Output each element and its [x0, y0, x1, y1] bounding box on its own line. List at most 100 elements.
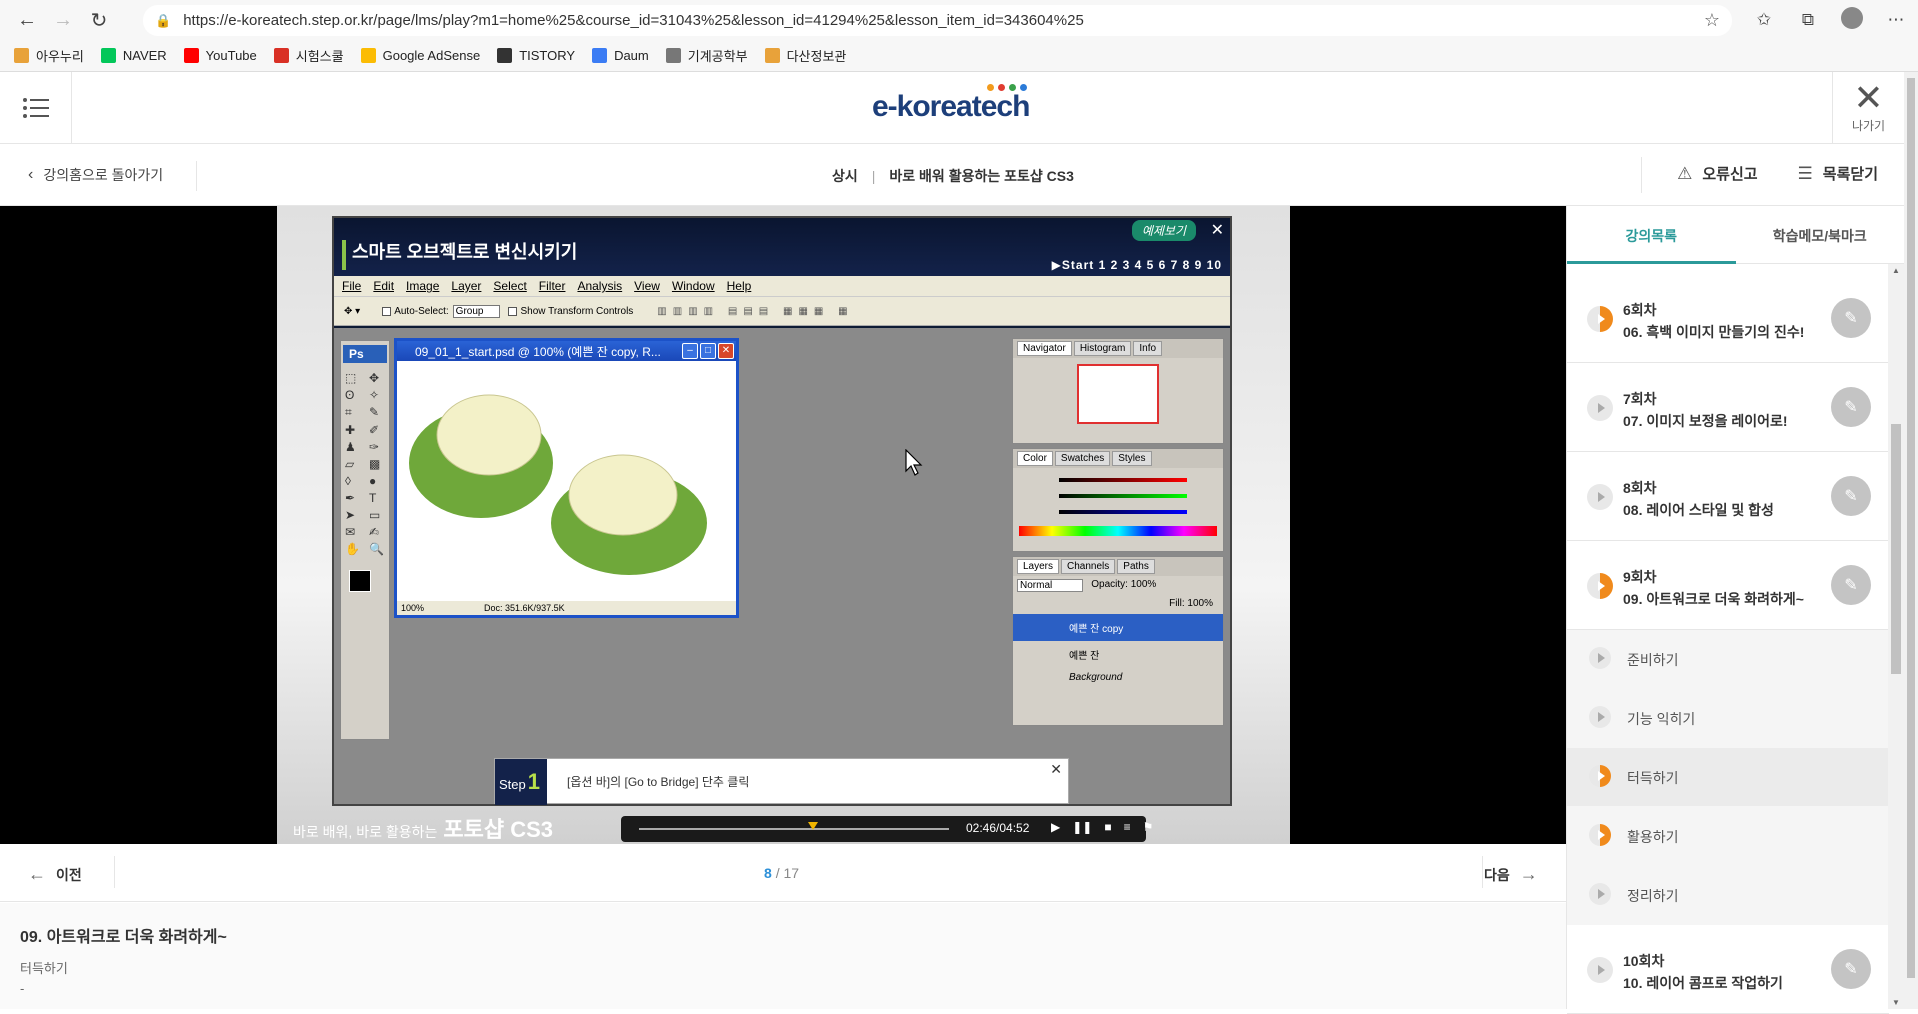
navigator-panel: Navigator Histogram Info [1012, 338, 1224, 444]
close-list-button[interactable]: ☰ 목록닫기 [1798, 163, 1878, 184]
bookmark-icon [592, 48, 608, 63]
sub-lesson-item[interactable]: 활용하기 [1567, 807, 1889, 866]
type-tool-icon: T [369, 491, 377, 505]
navigator-preview [1077, 364, 1159, 424]
profile-icon[interactable] [1830, 6, 1874, 34]
bookmark-icon [14, 48, 29, 63]
page-scrollbar[interactable] [1904, 72, 1918, 1009]
blend-mode: Normal [1017, 579, 1084, 592]
tab-lecture-list[interactable]: 강의목록 [1567, 206, 1736, 264]
close-icon[interactable]: ✕ [1211, 220, 1224, 240]
session-name: 10. 레이어 콤프로 작업하기 [1623, 975, 1783, 991]
address-bar[interactable]: 🔒 https://e-koreatech.step.or.kr/page/lm… [143, 5, 1732, 36]
bookmark-label: TISTORY [519, 48, 576, 63]
edit-memo-icon[interactable]: ✎ [1831, 565, 1871, 605]
reload-icon[interactable]: ↻ [84, 5, 114, 35]
video-player[interactable]: 스마트 오브젝트로 변신시키기 예제보기 ✕ ▶Start 1 2 3 4 5 … [0, 206, 1566, 844]
edit-memo-icon[interactable]: ✎ [1831, 949, 1871, 989]
ps-menu-item: View [634, 279, 660, 293]
bookmark-icon[interactable]: ⚑ [1143, 820, 1154, 834]
example-button[interactable]: 예제보기 [1131, 220, 1196, 241]
collections-icon[interactable]: ⧉ [1786, 10, 1830, 30]
bookmark-item[interactable]: YouTube [183, 48, 257, 63]
lecture-sidebar: 강의목록 학습메모/북마크 6회차 06. 흑백 이미지 만들기의 진수! ✎ 7회차… [1566, 206, 1905, 1014]
bookmark-item[interactable]: 아우누리 [14, 46, 84, 65]
tab-memo-bookmark[interactable]: 학습메모/북마크 [1736, 206, 1905, 263]
bookmark-label: Daum [614, 48, 649, 63]
report-error-button[interactable]: ⚠ 오류신고 [1677, 163, 1757, 184]
fill-value: Fill: 100% [1169, 598, 1213, 609]
lesson-subtitle: 터득하기 [20, 961, 68, 976]
session-item[interactable]: 6회차 06. 흑백 이미지 만들기의 진수! ✎ [1567, 274, 1889, 363]
bookmark-item[interactable]: 기계공학부 [665, 46, 748, 65]
maximize-icon: □ [700, 343, 716, 359]
pager: ← 이전 8 / 17 다음 → [0, 844, 1566, 902]
ps-options-bar: ✥ ▾ Auto-Select: Group Show Transform Co… [334, 296, 1230, 326]
edit-memo-icon[interactable]: ✎ [1831, 298, 1871, 338]
sidebar-scrollbar[interactable]: ▲ ▼ [1888, 264, 1904, 1009]
sub-lesson-item[interactable]: 준비하기 [1567, 630, 1889, 689]
session-item[interactable]: 7회차 07. 이미지 보정을 레이어로! ✎ [1567, 363, 1889, 452]
step-instruction: Step1 [옵션 바]의 [Go to Bridge] 단추 클릭 ✕ [494, 758, 1069, 805]
session-item[interactable]: 9회차 09. 아트워크로 더욱 화려하게~ ✎ [1567, 541, 1889, 630]
bookmark-label: YouTube [205, 48, 257, 63]
shape-tool-icon: ▭ [369, 508, 381, 522]
scroll-up-icon[interactable]: ▲ [1892, 266, 1900, 275]
history-brush-icon: ✑ [369, 440, 380, 454]
more-icon[interactable]: ⋯ [1874, 10, 1918, 30]
bookmark-item[interactable]: 시험스쿨 [273, 46, 344, 65]
eyedropper-icon: ✍ [369, 525, 380, 539]
player-buttons: ▶ ❚❚ ■ ≡ ⚑ [1051, 820, 1153, 834]
bookmark-icon [764, 48, 780, 63]
menu-icon[interactable] [0, 72, 72, 144]
bookmark-item[interactable]: 다산정보관 [764, 46, 847, 65]
ps-menu-item: Image [406, 279, 440, 293]
navigator-tabs: Navigator Histogram Info [1013, 339, 1223, 358]
favorite-star-icon[interactable]: ☆ [1704, 10, 1720, 31]
sub-lesson-item[interactable]: 기능 익히기 [1567, 689, 1889, 748]
scroll-thumb[interactable] [1907, 78, 1915, 978]
photoshop-lesson-screen: 스마트 오브젝트로 변신시키기 예제보기 ✕ ▶Start 1 2 3 4 5 … [332, 216, 1232, 806]
pause-icon[interactable]: ❚❚ [1072, 820, 1092, 834]
scroll-down-icon[interactable]: ▼ [1892, 998, 1900, 1007]
browser-actions: ✩ ⧉ ⋯ [1742, 0, 1918, 40]
step-word: Step [499, 777, 526, 792]
arrow-left-icon: ← [28, 864, 46, 884]
prev-button[interactable]: ← 이전 [28, 864, 82, 885]
edit-memo-icon[interactable]: ✎ [1831, 476, 1871, 516]
bookmark-item[interactable]: TISTORY [497, 48, 575, 63]
stop-icon[interactable]: ■ [1104, 820, 1111, 834]
slice-tool-icon: ✎ [369, 405, 380, 419]
divider [196, 161, 197, 191]
sub-lesson-item[interactable]: 터득하기 [1567, 748, 1889, 807]
next-button[interactable]: 다음 → [1484, 864, 1538, 885]
favorites-icon[interactable]: ✩ [1742, 10, 1786, 30]
site-logo[interactable]: e-koreatech [872, 84, 1030, 124]
session-item[interactable]: 8회차 08. 레이어 스타일 및 합성 ✎ [1567, 452, 1889, 541]
bookmark-item[interactable]: Daum [592, 48, 649, 63]
back-arrow-icon[interactable]: ← [12, 5, 42, 35]
scroll-thumb[interactable] [1891, 424, 1901, 674]
bookmark-item[interactable]: NAVER [100, 48, 167, 63]
close-icon[interactable]: ✕ [1050, 761, 1062, 778]
bookmark-item[interactable]: Google AdSense [360, 48, 480, 63]
sub-lesson-item[interactable]: 정리하기 [1567, 866, 1889, 925]
bookmark-icon [665, 48, 681, 63]
step-navigation[interactable]: ▶Start 1 2 3 4 5 6 7 8 9 10 [1052, 258, 1222, 272]
bookmark-label: 다산정보관 [786, 49, 847, 64]
play-status-icon [1589, 824, 1611, 846]
exit-button[interactable]: ✕ 나가기 [1832, 72, 1904, 144]
menu-icon[interactable]: ≡ [1124, 820, 1131, 834]
page-indicator: 8 / 17 [764, 865, 799, 881]
ps-menu-item: Help [726, 279, 752, 293]
progress-thumb[interactable] [807, 822, 818, 830]
back-to-course-link[interactable]: ‹ 강의홈으로 돌아가기 [28, 165, 163, 185]
play-icon[interactable]: ▶ [1051, 820, 1060, 834]
prev-label: 이전 [56, 866, 82, 883]
edit-memo-icon[interactable]: ✎ [1831, 387, 1871, 427]
session-item[interactable]: 10회차 10. 레이어 콤프로 작업하기 ✎ [1567, 925, 1889, 1014]
forward-arrow-icon[interactable]: → [48, 5, 78, 35]
session-number: 8회차 [1623, 480, 1657, 496]
progress-track[interactable] [639, 828, 949, 830]
play-status-icon [1587, 306, 1613, 332]
